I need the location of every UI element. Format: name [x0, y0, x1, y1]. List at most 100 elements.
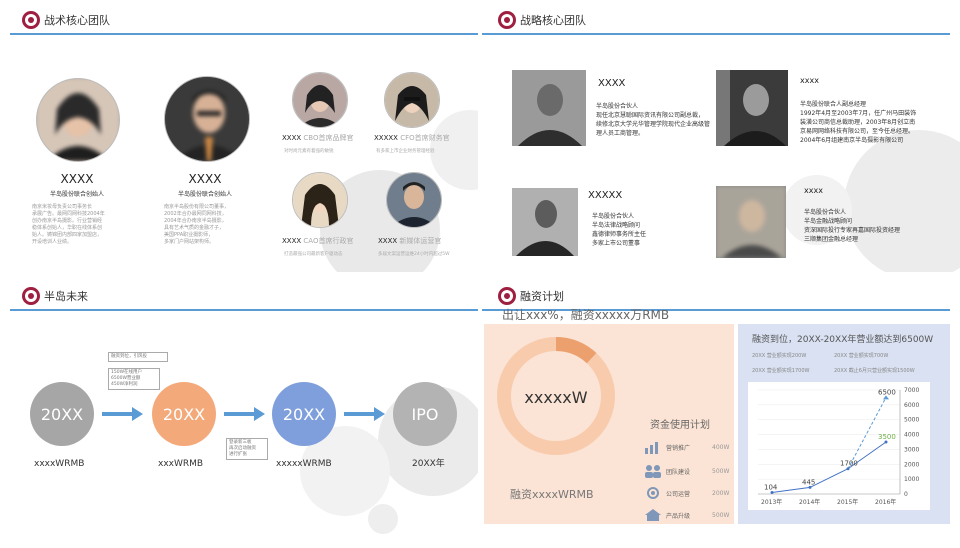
section-header: 融资计划 [498, 284, 564, 308]
member-title: CBO首席品牌官 [303, 134, 354, 142]
gear-cycle-icon [647, 487, 659, 499]
revenue-note: 20XX 营业额实现1700W [752, 368, 810, 374]
portrait-image [512, 70, 586, 146]
member-description: 对时尚元素有着强的敏锐 [284, 149, 334, 154]
financing-right-card: 融资到位，20XX-20XX年营业额达到6500W 20XX 营业额实现200W… [738, 324, 950, 524]
member-title-line: XXXX 新媒体运营官 [378, 236, 474, 246]
stage-caption: 20XX年 [412, 459, 445, 469]
financing-subtitle: 出让xxx%，融资xxxxx万RMB [502, 308, 670, 322]
member-title: CAO首席行政官 [303, 237, 354, 245]
person-photo [716, 70, 788, 146]
desc-line: 半岛股份合伙人 [596, 103, 639, 110]
section-header: 战略核心团队 [498, 8, 586, 32]
y-tick-label: 4000 [904, 432, 919, 439]
fund-plan-title: 资金使用计划 [650, 420, 710, 431]
y-tick-label: 1000 [904, 476, 919, 483]
fund-item: 团队建设 500W [644, 464, 729, 478]
portrait-image [293, 173, 347, 227]
stage-caption: xxxWRMB [158, 459, 204, 469]
revenue-line-chart: 0 1000 2000 3000 4000 5000 6000 7000 2013年 2014年 2… [748, 382, 930, 510]
section-title: 半岛未来 [44, 290, 88, 303]
member-role: 半岛股份联合创始人 [49, 191, 104, 198]
fund-item-amount: 200W [712, 489, 730, 497]
person-name: xxxx [804, 186, 823, 195]
decorative-circle [844, 130, 960, 272]
portrait-image [37, 79, 119, 161]
revenue-note: 20XX 营业额实现200W [752, 353, 807, 359]
member-title-line: XXXX CBO首席品牌官 [282, 133, 362, 143]
member-description: 南京半岛股份有限公司董事， 2002年合办最网同网科技， 2004年合办南京半岛… [164, 204, 230, 245]
financing-caption: 融资xxxxWRMB [510, 488, 594, 501]
portrait-image [512, 188, 578, 256]
y-tick-label: 0 [904, 491, 908, 498]
portrait-image [716, 186, 786, 258]
fund-item-amount: 500W [712, 467, 730, 475]
panel-strategic-team: 战略核心团队 XXXX 半岛股份合伙人 现任北京慧聪国际资讯有限公司副总裁， 续… [482, 0, 960, 272]
stage-circle: 20XX [272, 382, 336, 446]
avatar [36, 78, 120, 162]
person-photo [716, 186, 786, 258]
revenue-title: 融资到位，20XX-20XX年营业额达到6500W [752, 335, 934, 345]
member-title-line: XXXX CAO首席行政官 [282, 236, 372, 246]
donut-segment [555, 337, 597, 364]
avatar [292, 172, 348, 228]
bar-chart-icon [645, 442, 658, 454]
desc-line: 三顺集团金融总经理 [804, 236, 859, 243]
data-label: 104 [764, 483, 778, 491]
y-tick-label: 7000 [904, 387, 919, 394]
desc-line: 半岛金融战略顾问 [804, 218, 853, 225]
fund-item-amount: 400W [712, 443, 730, 451]
portrait-image [165, 77, 249, 161]
fund-item: 公司运营 200W [644, 486, 729, 500]
portrait-image [387, 173, 441, 227]
portrait-image [716, 70, 788, 146]
revenue-note: 20XX 截止6月只营业额实现1500W [834, 368, 915, 374]
fund-item: 营销推广 400W [644, 440, 729, 454]
member-title: CFO首席财务官 [400, 134, 450, 142]
member-description: 有多家上市企业财务管理经验 [376, 149, 435, 154]
person-name: XXXXX [588, 190, 623, 201]
section-title: 战略核心团队 [520, 14, 586, 27]
portrait-image [293, 73, 347, 127]
portrait-image [385, 73, 439, 127]
member-title-line: XXXXX CFO首席财务官 [374, 133, 474, 143]
panel-tactical-team: 战术核心团队 XXXX 半岛股份联合创始人 南京米妆母负责公司事务长 承展广告。… [0, 0, 478, 272]
x-tick-label: 2014年 [799, 498, 820, 506]
stage-circle: IPO [393, 382, 457, 446]
y-tick-label: 6000 [904, 402, 919, 409]
member-name: XXXX [378, 237, 398, 245]
target-icon [498, 11, 516, 29]
stage-caption: xxxxWRMB [34, 459, 85, 469]
stage-circle: 20XX [152, 382, 216, 446]
desc-line: 京易网网络科技有限公司，至今任总经理。 [800, 128, 915, 135]
fund-item: 产品升级 500W [644, 508, 729, 522]
x-tick-label: 2016年 [875, 498, 896, 506]
member-name: XXXX [282, 237, 302, 245]
revenue-note: 20XX 营业额实现700W [834, 353, 889, 359]
panel-financing-plan: 融资计划 出让xxx%，融资xxxxx万RMB xxxxxW 融资xxxxWRM… [482, 276, 960, 548]
fund-item-label: 公司运营 [666, 490, 691, 498]
person-description: 半岛股份合伙人 现任北京慧聪国际资讯有限公司副总裁， 续修北京大学光华管理学院现… [596, 102, 712, 138]
member-name: XXXX [60, 172, 94, 186]
header-divider [10, 33, 478, 35]
decorative-circle [368, 504, 398, 534]
person-description: 半岛股份合伙人 半岛法律战略顾问 鑫德律师事务所主任 多家上市公司董事 [592, 212, 702, 248]
section-header: 战术核心团队 [22, 8, 110, 32]
section-title: 战术核心团队 [44, 14, 110, 27]
fund-item-label: 产品升级 [666, 512, 691, 520]
person-photo [512, 70, 586, 146]
y-tick-label: 5000 [904, 417, 919, 424]
person-name: xxxx [800, 76, 819, 85]
member-description: 打造最强公司最新客户驱动态 [284, 252, 343, 257]
data-label: 1700 [840, 460, 858, 468]
header-divider [10, 309, 478, 311]
x-tick-label: 2013年 [761, 498, 782, 506]
desc-line: 多家上市公司董事 [592, 240, 641, 247]
right-arrow-icon [344, 407, 385, 421]
avatar [386, 172, 442, 228]
financing-left-card: xxxxxW 融资xxxxWRMB 资金使用计划 营销推广 400W 团队建设 … [484, 324, 734, 524]
member-name: XXXXX [374, 134, 398, 142]
desc-line: 鑫德律师事务所主任 [592, 231, 647, 238]
fund-item-label: 团队建设 [666, 468, 691, 476]
desc-line: 现任北京慧聪国际资讯有限公司副总裁， [596, 112, 705, 119]
